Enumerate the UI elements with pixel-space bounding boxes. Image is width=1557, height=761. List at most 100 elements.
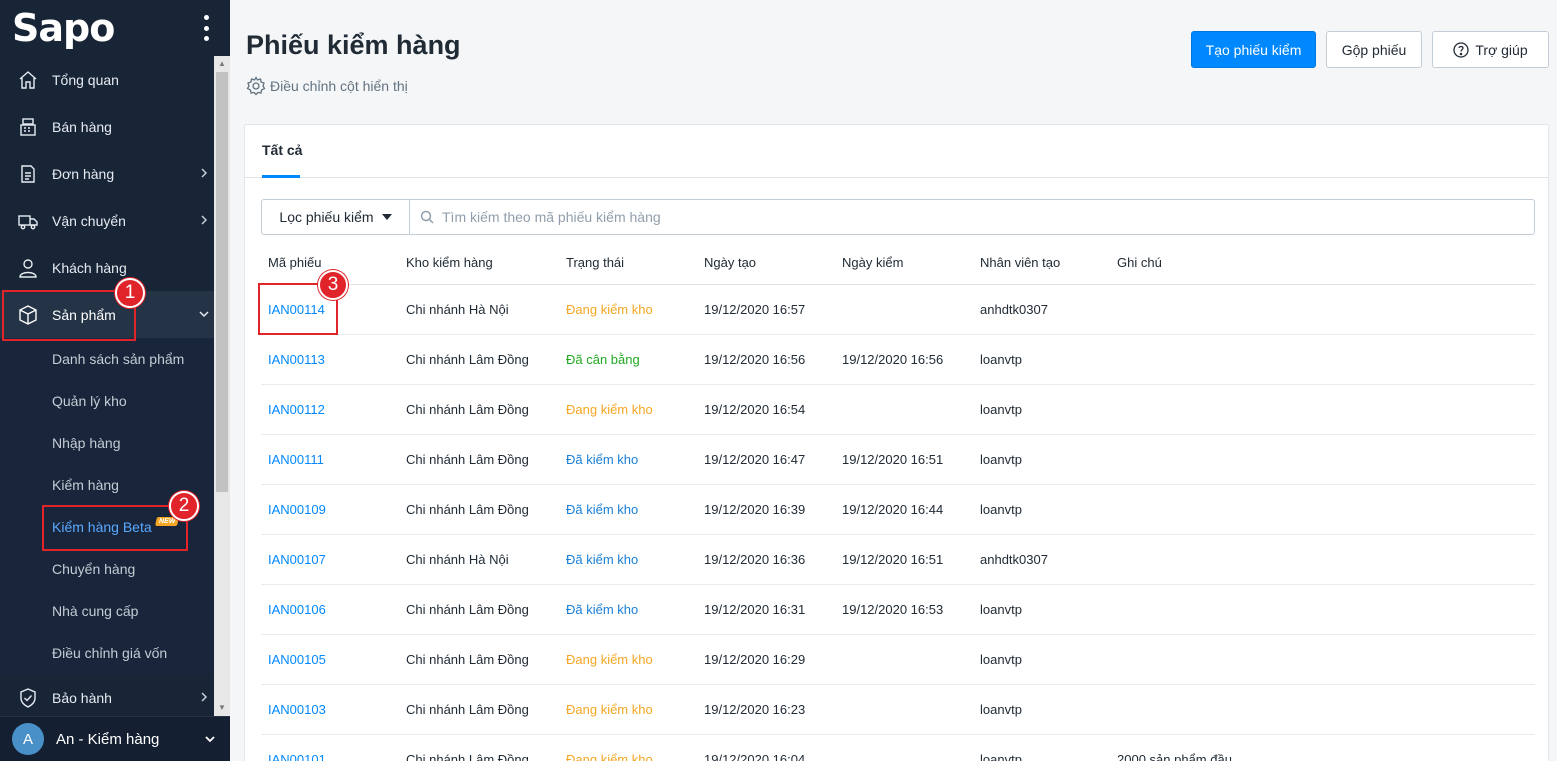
table-row[interactable]: IAN00112 Chi nhánh Lâm Đồng Đang kiểm kho 1… <box>261 384 1535 435</box>
sidebar-item-label: Bảo hành <box>52 689 112 706</box>
sidebar-subitem-dieu-chinh-gia-von[interactable]: Điều chỉnh giá vốn <box>0 632 214 674</box>
cell-code[interactable]: IAN00105 <box>261 634 399 685</box>
table-row[interactable]: IAN00106 Chi nhánh Lâm Đồng Đã kiểm kho 19/… <box>261 584 1535 635</box>
cell-checked: 19/12/2020 16:44 <box>835 484 973 535</box>
sidebar-item-tong-quan[interactable]: Tổng quan <box>0 56 214 103</box>
column-header[interactable]: Ngày tạo <box>697 241 835 285</box>
filter-dropdown-label: Lọc phiếu kiểm <box>279 209 374 225</box>
gear-icon <box>246 76 266 96</box>
table-row[interactable]: IAN00109 Chi nhánh Lâm Đồng Đã kiểm kho 19/… <box>261 484 1535 535</box>
cell-staff: loanvtp <box>973 734 1110 761</box>
cell-status: Đang kiểm kho <box>559 284 697 335</box>
caret-down-icon <box>381 214 392 220</box>
adjust-columns-label: Điều chỉnh cột hiển thị <box>270 78 408 94</box>
user-name: An - Kiểm hàng <box>56 730 160 748</box>
cell-status: Đã kiểm kho <box>559 534 697 585</box>
create-check-button[interactable]: Tạo phiếu kiểm <box>1191 31 1316 68</box>
inventory-check-table: Mã phiếu Kho kiểm hàng Trạng thái Ngày t… <box>261 241 1535 761</box>
cell-staff: anhdtk0307 <box>973 284 1110 335</box>
sidebar-item-don-hang[interactable]: Đơn hàng <box>0 150 214 197</box>
search-box <box>410 200 1534 234</box>
adjust-columns-link[interactable]: Điều chỉnh cột hiển thị <box>246 76 408 96</box>
user-menu[interactable]: A An - Kiểm hàng <box>0 716 230 761</box>
cell-code[interactable]: IAN00101 <box>261 734 399 761</box>
truck-icon <box>18 211 38 231</box>
chevron-right-icon <box>201 215 208 225</box>
sidebar-item-label: Vận chuyển <box>52 212 126 229</box>
cell-status: Đang kiểm kho <box>559 384 697 435</box>
cell-warehouse: Chi nhánh Lâm Đồng <box>399 684 559 735</box>
sidebar-subitem-nha-cung-cap[interactable]: Nhà cung cấp <box>0 590 214 632</box>
scroll-down-icon[interactable]: ▼ <box>217 703 227 713</box>
cell-code[interactable]: IAN00106 <box>261 584 399 635</box>
cell-code[interactable]: IAN00113 <box>261 334 399 385</box>
annotation-marker-2: 2 <box>169 491 199 521</box>
sidebar-item-van-chuyen[interactable]: Vận chuyển <box>0 197 214 244</box>
table-row[interactable]: IAN00101 Chi nhánh Lâm Đồng Đang kiểm kho 1… <box>261 734 1535 761</box>
help-button[interactable]: Trợ giúp <box>1432 31 1549 68</box>
scroll-up-icon[interactable]: ▲ <box>217 59 227 69</box>
cell-code[interactable]: IAN00112 <box>261 384 399 435</box>
cell-note <box>1110 284 1535 335</box>
tab-bar: Tất cả <box>245 125 1548 178</box>
inventory-check-card: Tất cả Lọc phiếu kiểm Mã phiếu Kho kiểm … <box>244 124 1549 761</box>
cell-staff: loanvtp <box>973 584 1110 635</box>
cell-code[interactable]: IAN00109 <box>261 484 399 535</box>
cell-checked: 19/12/2020 16:51 <box>835 434 973 485</box>
kebab-menu-icon[interactable] <box>196 13 216 43</box>
filter-dropdown[interactable]: Lọc phiếu kiểm <box>262 200 410 234</box>
sidebar-item-bao-hanh[interactable]: Bảo hành <box>0 674 214 721</box>
cell-code[interactable]: IAN00103 <box>261 684 399 735</box>
annotation-box-kiem-hang-beta <box>42 505 188 551</box>
cell-checked: 19/12/2020 16:51 <box>835 534 973 585</box>
table-row[interactable]: IAN00105 Chi nhánh Lâm Đồng Đang kiểm kho 1… <box>261 634 1535 685</box>
sidebar: Sapo Tổng quan Bán hàng Đơn hàng Vận chu… <box>0 0 230 761</box>
main-content: Phiếu kiểm hàng Điều chỉnh cột hiển thị … <box>230 0 1557 761</box>
cell-note <box>1110 534 1535 585</box>
cell-staff: loanvtp <box>973 484 1110 535</box>
search-input[interactable] <box>442 209 1534 225</box>
table-row[interactable]: IAN00103 Chi nhánh Lâm Đồng Đang kiểm kho 1… <box>261 684 1535 735</box>
table-row[interactable]: IAN00114 Chi nhánh Hà Nội Đang kiểm kho 19/… <box>261 284 1535 335</box>
cell-note <box>1110 434 1535 485</box>
column-header[interactable]: Kho kiểm hàng <box>399 241 559 285</box>
sidebar-subitem-quan-ly-kho[interactable]: Quản lý kho <box>0 380 214 422</box>
cell-checked <box>835 734 973 761</box>
table-row[interactable]: IAN00107 Chi nhánh Hà Nội Đã kiểm kho 19/12… <box>261 534 1535 585</box>
cell-checked <box>835 684 973 735</box>
cell-status: Đang kiểm kho <box>559 734 697 761</box>
cell-status: Đang kiểm kho <box>559 684 697 735</box>
sidebar-subitem-nhap-hang[interactable]: Nhập hàng <box>0 422 214 464</box>
sidebar-item-khach-hang[interactable]: Khách hàng <box>0 244 214 291</box>
cell-note: 2000 sản phẩm đầu <box>1110 734 1535 761</box>
cell-status: Đã kiểm kho <box>559 434 697 485</box>
cell-created: 19/12/2020 16:29 <box>697 634 835 685</box>
sidebar-subitem-danh-sach-san-pham[interactable]: Danh sách sản phẩm <box>0 338 214 380</box>
tab-all[interactable]: Tất cả <box>262 142 302 158</box>
cell-note <box>1110 484 1535 535</box>
logo[interactable]: Sapo <box>12 9 115 47</box>
column-header[interactable]: Nhân viên tạo <box>973 241 1110 285</box>
column-header[interactable]: Ngày kiểm <box>835 241 973 285</box>
cell-created: 19/12/2020 16:36 <box>697 534 835 585</box>
cell-created: 19/12/2020 16:47 <box>697 434 835 485</box>
sidebar-scrollbar[interactable]: ▲ ▼ <box>214 56 230 716</box>
table-body: IAN00114 Chi nhánh Hà Nội Đang kiểm kho 19/… <box>261 284 1535 761</box>
table-row[interactable]: IAN00111 Chi nhánh Lâm Đồng Đã kiểm kho 19/… <box>261 434 1535 485</box>
scrollbar-thumb[interactable] <box>216 72 228 492</box>
sidebar-subitem-chuyen-hang[interactable]: Chuyển hàng <box>0 548 214 590</box>
logo-bar: Sapo <box>0 0 230 56</box>
cell-code[interactable]: IAN00107 <box>261 534 399 585</box>
merge-button[interactable]: Gộp phiếu <box>1326 31 1422 68</box>
column-header[interactable]: Ghi chú <box>1110 241 1535 285</box>
cell-status: Đã kiểm kho <box>559 484 697 535</box>
column-header[interactable]: Trạng thái <box>559 241 697 285</box>
help-button-label: Trợ giúp <box>1475 41 1528 58</box>
cell-code[interactable]: IAN00111 <box>261 434 399 485</box>
sidebar-nav: Tổng quan Bán hàng Đơn hàng Vận chuyển K… <box>0 56 214 721</box>
cell-checked <box>835 634 973 685</box>
sidebar-item-ban-hang[interactable]: Bán hàng <box>0 103 214 150</box>
table-row[interactable]: IAN00113 Chi nhánh Lâm Đồng Đã cân bằng 19/… <box>261 334 1535 385</box>
cell-status: Đã cân bằng <box>559 334 697 385</box>
cell-warehouse: Chi nhánh Lâm Đồng <box>399 584 559 635</box>
